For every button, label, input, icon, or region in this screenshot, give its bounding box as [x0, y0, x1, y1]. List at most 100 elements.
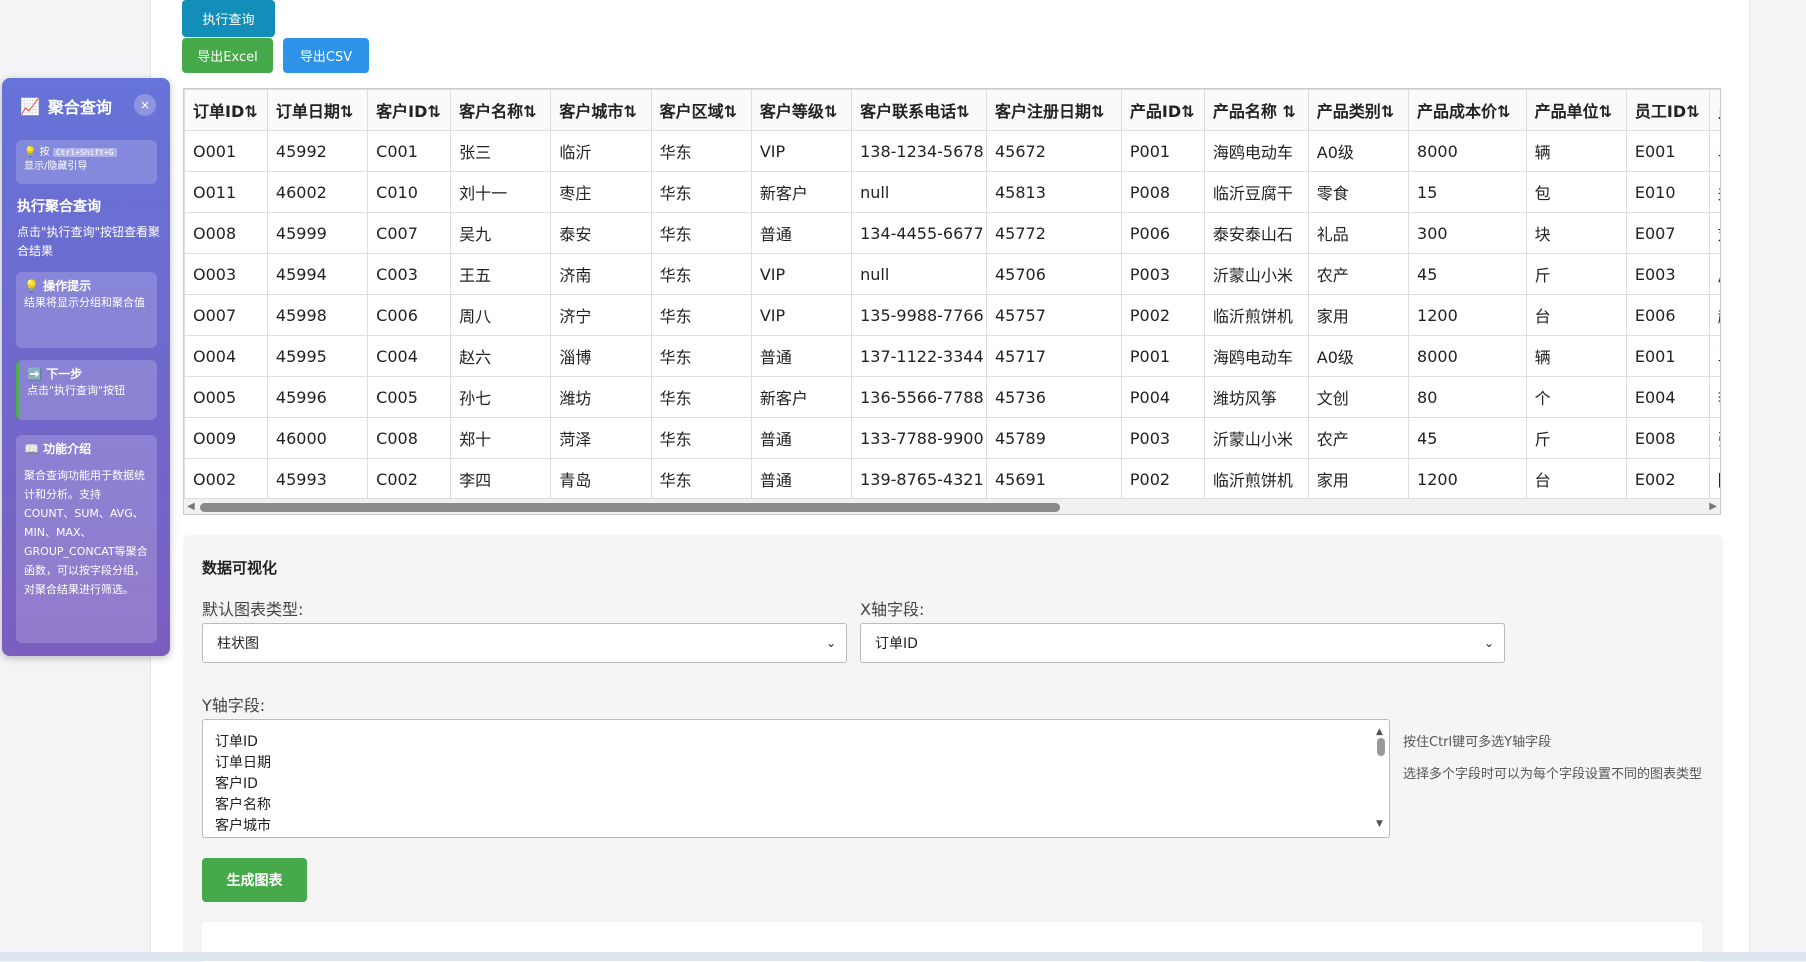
column-header[interactable]: 产品单位⇅ [1525, 89, 1627, 131]
table-cell: VIP [750, 253, 853, 295]
column-header[interactable]: 客户注册日期⇅ [986, 89, 1122, 131]
column-header[interactable]: 产品ID⇅ [1120, 89, 1205, 131]
tip-title: 💡 操作提示 [24, 279, 92, 293]
y-axis-option[interactable]: 客户城市 [215, 816, 1389, 837]
column-header[interactable]: 产品成本价⇅ [1408, 89, 1527, 131]
table-cell: 临沂煎饼机 [1203, 294, 1309, 336]
table-cell: P001 [1120, 335, 1205, 377]
table-cell: P003 [1120, 417, 1205, 459]
shortcut-keys: Ctrl+Shift+G [52, 148, 117, 157]
table-cell: 个 [1525, 376, 1627, 418]
table-cell: C001 [367, 130, 452, 172]
table-cell: 包 [1525, 171, 1627, 213]
table-cell: 45672 [986, 130, 1122, 172]
table-cell: 普通 [750, 458, 853, 500]
vertical-scrollbar[interactable]: ▲ ▼ [1373, 720, 1389, 837]
table-cell: C004 [367, 335, 452, 377]
scrollbar-thumb[interactable] [1377, 738, 1385, 756]
table-cell: 华东 [650, 130, 752, 172]
table-cell: 零食 [1307, 171, 1410, 213]
table-cell: C007 [367, 212, 452, 254]
table-cell: P001 [1120, 130, 1205, 172]
x-axis-select[interactable]: 订单ID ⌄ [860, 623, 1505, 663]
table-cell: null [851, 171, 987, 213]
table-cell: O003 [184, 253, 268, 295]
table-cell: 赵敏 [1708, 294, 1720, 336]
scroll-down-icon[interactable]: ▼ [1376, 814, 1383, 835]
table-cell: null [851, 253, 987, 295]
table-cell: 8000 [1408, 130, 1527, 172]
column-header[interactable]: 订单日期⇅ [266, 89, 369, 131]
column-header[interactable]: 客户名称⇅ [450, 89, 552, 131]
scroll-left-icon[interactable]: ◀ [187, 501, 195, 512]
table-row[interactable]: O002 45993 C002 李四 青岛 华东 普通 139-8765-4321 45691 P… [184, 458, 1720, 500]
column-header[interactable]: 订单ID⇅ [184, 89, 268, 131]
table-row[interactable]: O011 46002 C010 刘十一 枣庄 华东 新客户 null 45813 P008 临沂豆腐… [184, 171, 1720, 213]
table-row[interactable]: O007 45998 C006 周八 济宁 华东 VIP 135-9988-7766 45757… [184, 294, 1720, 336]
table-cell: 刘十一 [450, 171, 552, 213]
table-cell: 农产 [1307, 417, 1410, 459]
scrollbar-thumb[interactable] [200, 503, 1060, 512]
table-cell: P006 [1120, 212, 1205, 254]
column-header[interactable]: 产品类别⇅ [1307, 89, 1410, 131]
table-cell: A0级 [1307, 335, 1410, 377]
table-cell: 137-1122-3344 [851, 335, 987, 377]
close-icon[interactable]: × [134, 94, 156, 116]
table-cell: P002 [1120, 294, 1205, 336]
scroll-right-icon[interactable]: ▶ [1709, 501, 1717, 512]
table-row[interactable]: O003 45994 C003 王五 济南 华东 VIP null 45706 P003 沂蒙山小米… [184, 253, 1720, 295]
chart-type-value: 柱状图 [217, 636, 259, 652]
table-cell: 陈芳 [1708, 458, 1720, 500]
table-cell: 马明 [1708, 130, 1720, 172]
table-row[interactable]: O008 45999 C007 吴九 泰安 华东 普通 134-4455-6677 45772 P… [184, 212, 1720, 254]
table-cell: 45992 [266, 130, 369, 172]
table-cell: 1200 [1408, 294, 1527, 336]
table-body: O001 45992 C001 张三 临沂 华东 VIP 138-1234-5678 45672… [184, 130, 1720, 500]
chart-type-label: 默认图表类型: [202, 600, 304, 619]
generate-chart-button[interactable]: 生成图表 [202, 858, 307, 902]
table-cell: 王五 [450, 253, 552, 295]
column-header[interactable]: 员工姓名⇅ [1708, 89, 1720, 131]
section-title: 数据可视化 [202, 559, 278, 577]
y-axis-label: Y轴字段: [202, 696, 266, 715]
column-header[interactable]: 客户区域⇅ [650, 89, 752, 131]
export-excel-button[interactable]: 导出Excel [182, 38, 273, 73]
table-row[interactable]: O001 45992 C001 张三 临沂 华东 VIP 138-1234-5678 45672… [184, 130, 1720, 172]
table-cell: 45757 [986, 294, 1122, 336]
table-cell: C006 [367, 294, 452, 336]
y-axis-option[interactable]: 订单日期 [215, 753, 1389, 774]
table-cell: 临沂 [550, 130, 652, 172]
column-header[interactable]: 客户城市⇅ [550, 89, 652, 131]
y-axis-option[interactable]: 订单ID [215, 732, 1389, 753]
table-cell: P004 [1120, 376, 1205, 418]
multi-select-hint: 按住Ctrl键可多选Y轴字段 [1403, 735, 1552, 750]
horizontal-scrollbar[interactable]: ◀ ▶ [184, 498, 1720, 514]
column-header[interactable]: 产品名称 ⇅ [1203, 89, 1309, 131]
guide-panel: 📈 聚合查询 × 💡 按 Ctrl+Shift+G 显示/隐藏引导 执行聚合查询… [2, 78, 170, 656]
next-step-card: ➡️ 下一步 点击"执行查询"按钮 [16, 360, 157, 420]
execute-query-button[interactable]: 执行查询 [182, 0, 275, 37]
tip-text: 结果将显示分组和聚合值 [24, 296, 145, 309]
table-row[interactable]: O004 45995 C004 赵六 淄博 华东 普通 137-1122-3344 45717 P… [184, 335, 1720, 377]
column-header[interactable]: 客户等级⇅ [750, 89, 853, 131]
chart-type-select[interactable]: 柱状图 ⌄ [202, 623, 847, 663]
table-row[interactable]: O005 45996 C005 孙七 潍坊 华东 新客户 136-5566-7788 45736… [184, 376, 1720, 418]
table-cell: 新客户 [750, 171, 853, 213]
column-header[interactable]: 客户ID⇅ [367, 89, 452, 131]
table-cell: 华东 [650, 335, 752, 377]
table-cell: E001 [1625, 130, 1710, 172]
y-axis-multiselect[interactable]: 订单ID 订单日期 客户ID 客户名称 客户城市 ▲ ▼ [202, 719, 1390, 838]
y-axis-option[interactable]: 客户名称 [215, 795, 1389, 816]
table-cell: 枣庄 [550, 171, 652, 213]
table-cell: 李娜 [1708, 376, 1720, 418]
table-cell: 1200 [1408, 458, 1527, 500]
table-row[interactable]: O009 46000 C008 郑十 菏泽 华东 普通 133-7788-9900 45789 P… [184, 417, 1720, 459]
export-csv-button[interactable]: 导出CSV [283, 38, 369, 73]
table-cell: 新客户 [750, 376, 853, 418]
chart-type-hint: 选择多个字段时可以为每个字段设置不同的图表类型 [1403, 767, 1703, 782]
column-header[interactable]: 客户联系电话⇅ [851, 89, 987, 131]
table-cell: 45789 [986, 417, 1122, 459]
y-axis-option[interactable]: 客户ID [215, 774, 1389, 795]
column-header[interactable]: 员工ID⇅ [1625, 89, 1710, 131]
table-cell: 郑浩 [1708, 171, 1720, 213]
